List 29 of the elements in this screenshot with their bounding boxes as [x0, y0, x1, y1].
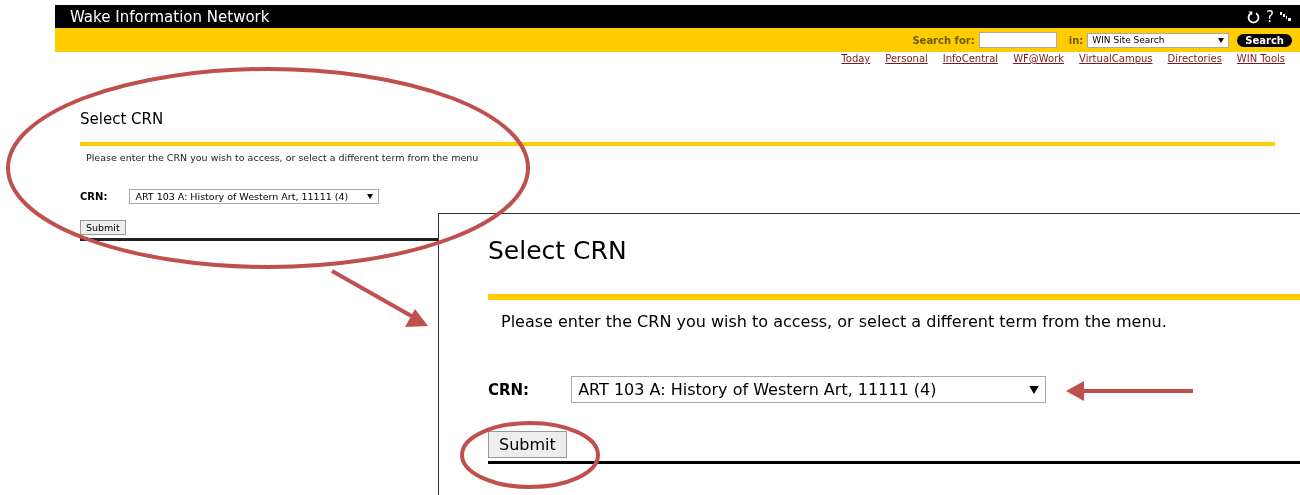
instruction-text: Please enter the CRN you wish to access, or select a different term from the menu.	[501, 312, 1168, 331]
nav-link[interactable]: WF@Work	[1013, 53, 1065, 64]
nav-link[interactable]: Personal	[885, 53, 928, 64]
caret-icon	[1218, 37, 1225, 43]
caret-icon	[367, 194, 374, 199]
search-button[interactable]: Search	[1237, 33, 1292, 47]
scope-label: in:	[1068, 34, 1084, 46]
page-heading: Select CRN	[80, 110, 165, 128]
site-title: Wake Information Network	[70, 7, 270, 26]
crn-label: CRN:	[488, 380, 530, 399]
crn-dropdown[interactable]: ART 103 A: History of Western Art, 11111 (4)	[129, 189, 380, 204]
scope-dropdown[interactable]: WIN Site Search	[1087, 32, 1230, 48]
nav-link[interactable]: WIN Tools	[1236, 53, 1285, 64]
caret-icon	[1029, 385, 1040, 394]
nav-link[interactable]: InfoCentral	[942, 53, 999, 64]
submit-button[interactable]: Submit	[80, 220, 126, 235]
crn-label: CRN:	[80, 191, 108, 202]
crn-dropdown[interactable]: ART 103 A: History of Western Art, 11111 (4)	[571, 376, 1047, 403]
nav-link[interactable]: Directories	[1167, 53, 1222, 64]
search-field[interactable]	[978, 32, 1057, 48]
nav-link[interactable]: VirtualCampus	[1079, 53, 1153, 64]
submit-button[interactable]: Submit	[488, 431, 567, 458]
help-link[interactable]: ?	[1266, 7, 1274, 26]
search-label: Search for:	[912, 34, 975, 46]
exit-icon[interactable]	[1280, 11, 1292, 22]
page-heading: Select CRN	[488, 236, 628, 265]
nav-link[interactable]: Today	[841, 53, 871, 64]
refresh-icon[interactable]	[1247, 9, 1261, 24]
instruction-text: Please enter the CRN you wish to access, or select a different term from the menu	[86, 152, 480, 163]
